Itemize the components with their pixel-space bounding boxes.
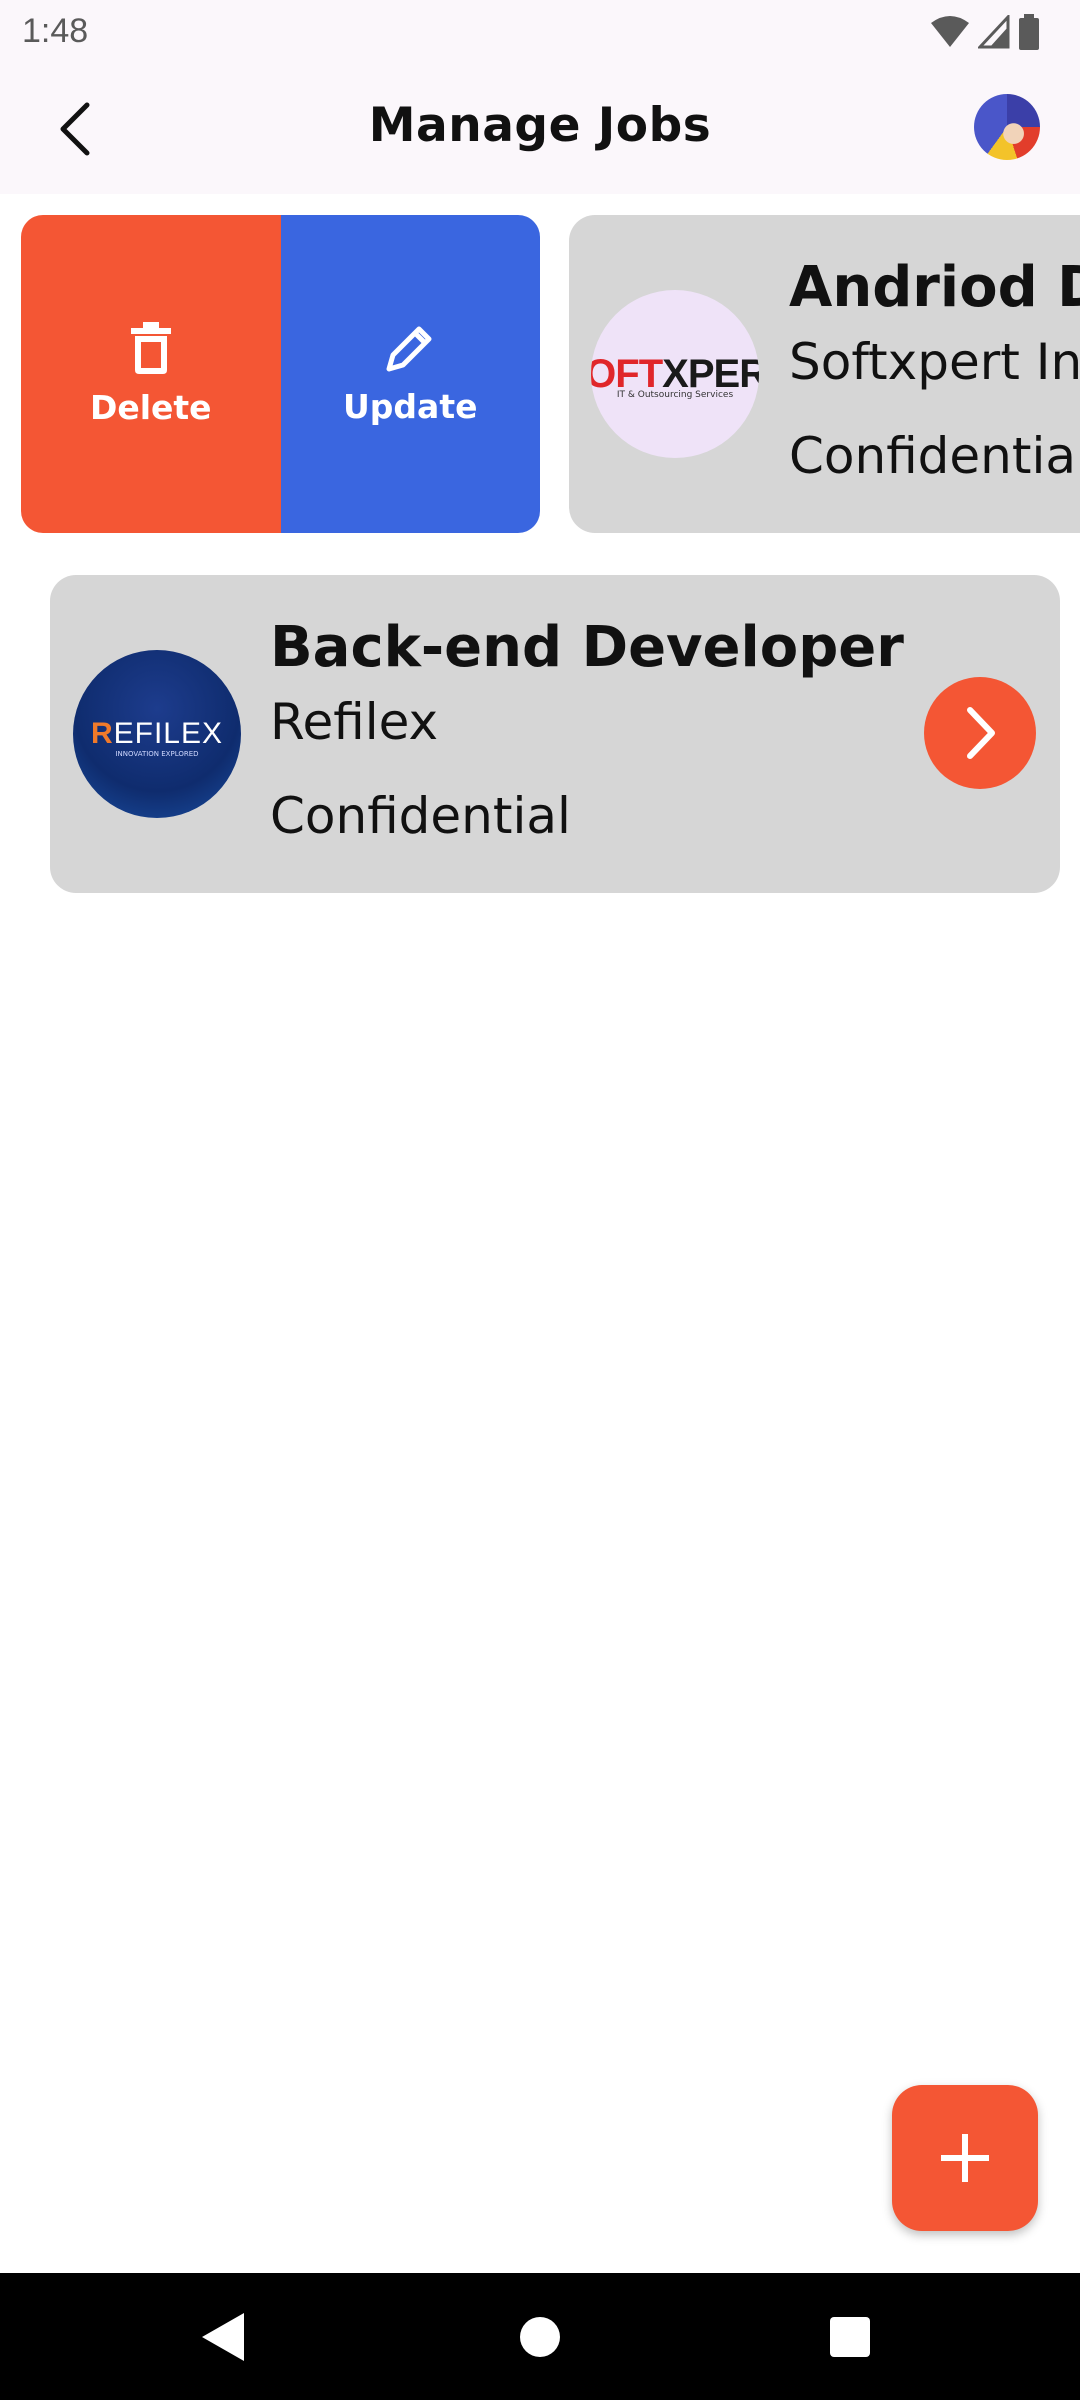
- swipe-actions: Delete Update: [21, 215, 540, 533]
- status-time: 1:48: [22, 12, 89, 50]
- nav-back-icon[interactable]: [200, 2311, 246, 2363]
- update-button[interactable]: Update: [280, 215, 540, 533]
- delete-button[interactable]: Delete: [21, 215, 281, 533]
- pencil-icon: [386, 326, 432, 371]
- delete-label: Delete: [89, 387, 212, 427]
- logo-tagline: IT & Outsourcing Services: [616, 390, 734, 400]
- job-card[interactable]: REFILEX INNOVATION EXPLORED Back-end Dev…: [50, 575, 1060, 893]
- status-bar: 1:48: [0, 0, 1080, 64]
- system-nav-bar: [0, 2273, 1080, 2400]
- add-job-button[interactable]: [892, 2085, 1038, 2231]
- avatar[interactable]: [974, 94, 1040, 160]
- job-title: Andriod D: [789, 255, 1080, 320]
- signal-icon: [978, 15, 1010, 49]
- logo-tagline: INNOVATION EXPLORED: [115, 750, 199, 758]
- open-job-button[interactable]: [924, 677, 1036, 789]
- salary-text: Confidential: [270, 787, 571, 845]
- company-name: Softxpert In: [789, 333, 1080, 391]
- nav-recents-icon[interactable]: [830, 2317, 870, 2357]
- company-logo: REFILEX INNOVATION EXPLORED: [73, 650, 241, 818]
- app-bar: Manage Jobs: [0, 64, 1080, 194]
- nav-home-icon[interactable]: [520, 2317, 560, 2357]
- logo-brand: REFILEX: [90, 717, 224, 750]
- plus-icon: [941, 2134, 989, 2182]
- battery-icon: [1019, 14, 1039, 50]
- job-card[interactable]: SOFTXPERT IT & Outsourcing Services Andr…: [569, 215, 1080, 533]
- page-title: Manage Jobs: [368, 98, 712, 153]
- salary-text: Confidentia: [789, 427, 1077, 485]
- chevron-right-icon: [967, 707, 995, 759]
- status-icons: [930, 12, 1040, 52]
- trash-icon: [130, 321, 171, 374]
- wifi-icon: [931, 16, 969, 47]
- company-name: Refilex: [270, 693, 439, 751]
- update-label: Update: [343, 386, 478, 426]
- job-title: Back-end Developer: [270, 615, 904, 680]
- company-logo: SOFTXPERT IT & Outsourcing Services: [591, 290, 759, 458]
